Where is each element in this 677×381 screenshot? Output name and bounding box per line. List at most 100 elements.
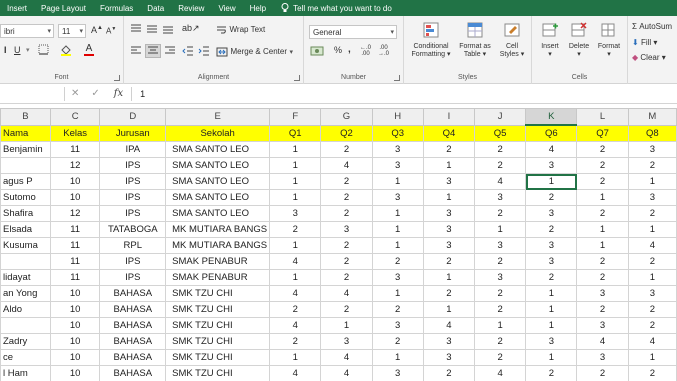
worksheet-grid[interactable]: BCDEFGHIJKLM Nama Kelas Jurusan Sekolah Q1 Q2… [0, 108, 677, 381]
cell[interactable]: 3 [371, 317, 424, 334]
cell[interactable] [0, 317, 51, 334]
cell[interactable]: 1 [422, 301, 476, 318]
name-box[interactable] [0, 84, 64, 104]
cell[interactable]: 10 [49, 301, 101, 318]
increase-decimal-button[interactable]: ←.0.00 [360, 45, 371, 57]
delete-cells-button[interactable]: Delete ▾ [565, 22, 593, 59]
cell[interactable]: 3 [422, 205, 476, 222]
cell[interactable]: 2 [320, 205, 373, 222]
cell[interactable]: 2 [576, 141, 629, 158]
cell[interactable]: SMK TZU CHI [165, 365, 271, 381]
cell[interactable]: 3 [422, 221, 476, 238]
cell[interactable]: 3 [525, 253, 578, 270]
bottom-align-button[interactable] [162, 24, 174, 36]
column-header-c[interactable]: C [49, 108, 101, 126]
cell[interactable]: 4 [320, 349, 373, 366]
underline-dropdown[interactable]: ▾ [26, 46, 30, 54]
cell[interactable] [0, 253, 51, 270]
cell[interactable]: 3 [525, 205, 578, 222]
tab-view[interactable]: View [211, 4, 242, 13]
cell[interactable]: SMK TZU CHI [165, 285, 271, 302]
accounting-format-button[interactable] [310, 46, 324, 58]
cell[interactable]: 4 [320, 365, 373, 381]
cell[interactable]: 3 [627, 141, 677, 158]
cell[interactable]: Aldo [0, 301, 51, 318]
cell[interactable]: 1 [269, 237, 322, 254]
cell[interactable]: SMK TZU CHI [165, 349, 271, 366]
cell[interactable]: IPS [99, 253, 167, 270]
cell[interactable]: 3 [525, 157, 578, 174]
header-cell[interactable]: Jurusan [99, 124, 167, 142]
cell[interactable]: IPS [99, 205, 167, 222]
decrease-decimal-button[interactable]: .00 →.0 [378, 45, 389, 57]
cell[interactable]: 3 [371, 141, 424, 158]
cell[interactable]: IPA [99, 141, 167, 158]
cell[interactable]: 1 [422, 189, 476, 206]
cell[interactable]: BAHASA [99, 333, 167, 350]
cell[interactable]: 2 [525, 189, 578, 206]
cell[interactable]: 2 [576, 253, 629, 270]
header-cell[interactable]: Kelas [49, 124, 101, 142]
merge-center-button[interactable]: Merge & Center ▾ [216, 46, 293, 57]
cell[interactable]: SMA SANTO LEO [165, 189, 271, 206]
align-center-button[interactable] [145, 44, 161, 58]
underline-button[interactable]: U [14, 45, 21, 55]
column-header-b[interactable]: B [0, 108, 51, 126]
fill-button[interactable]: ⬇ Fill ▾ [632, 38, 657, 47]
cell[interactable]: 1 [525, 301, 578, 318]
column-header-m[interactable]: M [627, 108, 677, 126]
cell[interactable]: Elsada [0, 221, 51, 238]
cell[interactable]: 4 [269, 317, 322, 334]
cell[interactable]: 4 [269, 285, 322, 302]
cell[interactable]: IPS [99, 269, 167, 286]
cell[interactable]: Shafira [0, 205, 51, 222]
cell[interactable]: 2 [320, 173, 373, 190]
column-header-d[interactable]: D [99, 108, 167, 126]
cell-styles-button[interactable]: Cell Styles ▾ [496, 22, 528, 59]
cell[interactable]: 1 [269, 157, 322, 174]
insert-cells-button[interactable]: Insert ▾ [536, 22, 564, 59]
cell[interactable]: BAHASA [99, 365, 167, 381]
cell[interactable]: 1 [525, 285, 578, 302]
sheet-table[interactable]: BCDEFGHIJKLM Nama Kelas Jurusan Sekolah Q1 Q2… [0, 108, 677, 381]
cell[interactable]: 4 [269, 253, 322, 270]
cell[interactable]: agus P [0, 173, 51, 190]
tab-page-layout[interactable]: Page Layout [34, 4, 93, 13]
header-cell[interactable]: Q3 [371, 124, 424, 142]
decrease-indent-button[interactable] [182, 46, 194, 58]
cell[interactable]: 2 [525, 365, 578, 381]
confirm-entry-icon[interactable]: ✓ [91, 88, 99, 99]
cell[interactable]: 2 [320, 269, 373, 286]
header-cell[interactable]: Q7 [576, 124, 629, 142]
wrap-text-button[interactable]: Wrap Text [216, 24, 265, 35]
cell[interactable]: 2 [422, 365, 476, 381]
cell[interactable]: 4 [422, 317, 476, 334]
cell[interactable]: TATABOGA [99, 221, 167, 238]
cell[interactable]: lidayat [0, 269, 51, 286]
column-header-g[interactable]: G [320, 108, 373, 126]
cell[interactable]: SMAK PENABUR [165, 269, 271, 286]
cell[interactable]: RPL [99, 237, 167, 254]
cell[interactable]: 3 [525, 333, 578, 350]
cell[interactable]: 3 [320, 333, 373, 350]
cell[interactable]: 4 [320, 285, 373, 302]
cell[interactable]: 1 [371, 221, 424, 238]
cell[interactable]: 2 [576, 205, 629, 222]
cell[interactable]: 3 [422, 173, 476, 190]
fill-color-button[interactable] [60, 44, 72, 58]
cell[interactable]: 1 [320, 317, 373, 334]
cell[interactable]: 3 [474, 269, 527, 286]
cell[interactable]: 2 [320, 237, 373, 254]
cell[interactable]: 4 [269, 365, 322, 381]
cell[interactable]: 3 [474, 237, 527, 254]
cell[interactable]: MK MUTIARA BANGS [165, 237, 271, 254]
cell[interactable]: BAHASA [99, 349, 167, 366]
cell[interactable]: 3 [576, 317, 629, 334]
align-right-button[interactable] [164, 46, 176, 58]
cell[interactable]: 11 [49, 269, 101, 286]
cell[interactable]: 3 [525, 237, 578, 254]
comma-style-button[interactable]: , [348, 44, 351, 55]
cell[interactable]: Sutomo [0, 189, 51, 206]
tab-review[interactable]: Review [171, 4, 211, 13]
cell[interactable]: SMA SANTO LEO [165, 205, 271, 222]
